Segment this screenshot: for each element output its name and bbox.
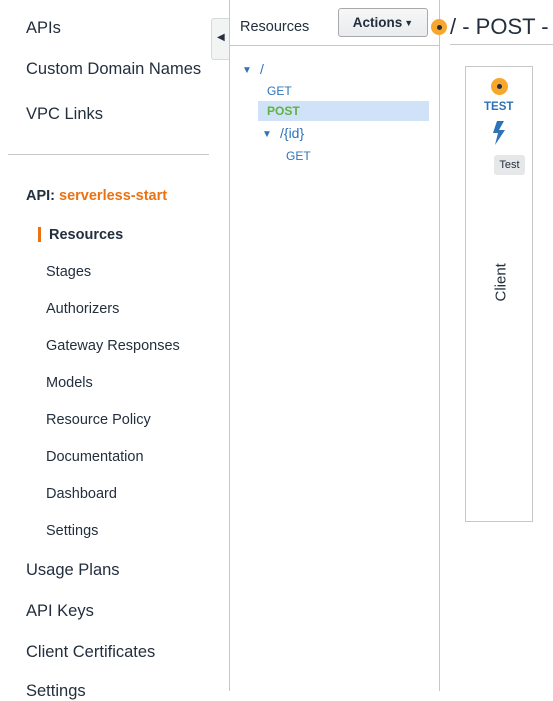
method-id-get[interactable]: GET: [286, 149, 311, 163]
lightning-bolt-icon[interactable]: [490, 120, 508, 146]
resource-root[interactable]: /: [260, 61, 264, 77]
active-indicator: [38, 227, 41, 242]
nav-sub-models[interactable]: Models: [46, 375, 93, 391]
expand-root-icon[interactable]: ▼: [242, 65, 252, 76]
actions-label: Actions: [352, 15, 403, 30]
nav-separator: [229, 0, 230, 691]
nav-sub-stages[interactable]: Stages: [46, 264, 91, 280]
nav-item-vpc-links[interactable]: VPC Links: [26, 105, 103, 124]
test-tooltip: Test: [494, 155, 525, 175]
nav-divider: [8, 154, 209, 155]
nav-sub-resource-policy[interactable]: Resource Policy: [46, 412, 151, 428]
nav-sub-documentation[interactable]: Documentation: [46, 449, 144, 465]
expand-id-icon[interactable]: ▼: [262, 129, 272, 140]
method-root-post[interactable]: POST: [267, 104, 300, 118]
test-status-icon: [491, 78, 508, 95]
collapse-nav-button[interactable]: ◀: [211, 18, 230, 60]
nav-sub-resources[interactable]: Resources: [49, 227, 123, 243]
nav-sub-authorizers[interactable]: Authorizers: [46, 301, 119, 317]
api-heading: API: serverless-start: [26, 188, 167, 204]
method-root-get[interactable]: GET: [267, 84, 292, 98]
resources-divider: [230, 45, 439, 46]
nav-item-apis[interactable]: APIs: [26, 19, 61, 38]
api-prefix: API:: [26, 188, 55, 204]
nav-item-client-certificates[interactable]: Client Certificates: [26, 643, 155, 662]
method-status-icon: [431, 19, 447, 35]
resource-id[interactable]: /{id}: [280, 125, 304, 141]
nav-sub-dashboard[interactable]: Dashboard: [46, 486, 117, 502]
left-nav: APIs Custom Domain Names VPC Links API: …: [0, 0, 229, 700]
nav-item-settings[interactable]: Settings: [26, 682, 86, 701]
nav-item-custom-domain-names[interactable]: Custom Domain Names: [26, 60, 201, 79]
title-underline: [450, 44, 553, 45]
caret-left-icon: ◀: [217, 32, 225, 43]
caret-down-icon: ▼: [404, 18, 414, 28]
test-link[interactable]: TEST: [484, 101, 513, 113]
actions-dropdown-button[interactable]: Actions ▼: [338, 8, 428, 37]
nav-item-api-keys[interactable]: API Keys: [26, 602, 94, 621]
method-title: / - POST -: [450, 14, 549, 39]
nav-sub-gateway-responses[interactable]: Gateway Responses: [46, 338, 180, 354]
client-label: Client: [492, 263, 510, 302]
panel-separator: [439, 0, 440, 691]
nav-sub-settings[interactable]: Settings: [46, 523, 98, 539]
resources-title: Resources: [240, 19, 310, 35]
nav-item-usage-plans[interactable]: Usage Plans: [26, 561, 120, 580]
api-name-link[interactable]: serverless-start: [59, 188, 167, 204]
